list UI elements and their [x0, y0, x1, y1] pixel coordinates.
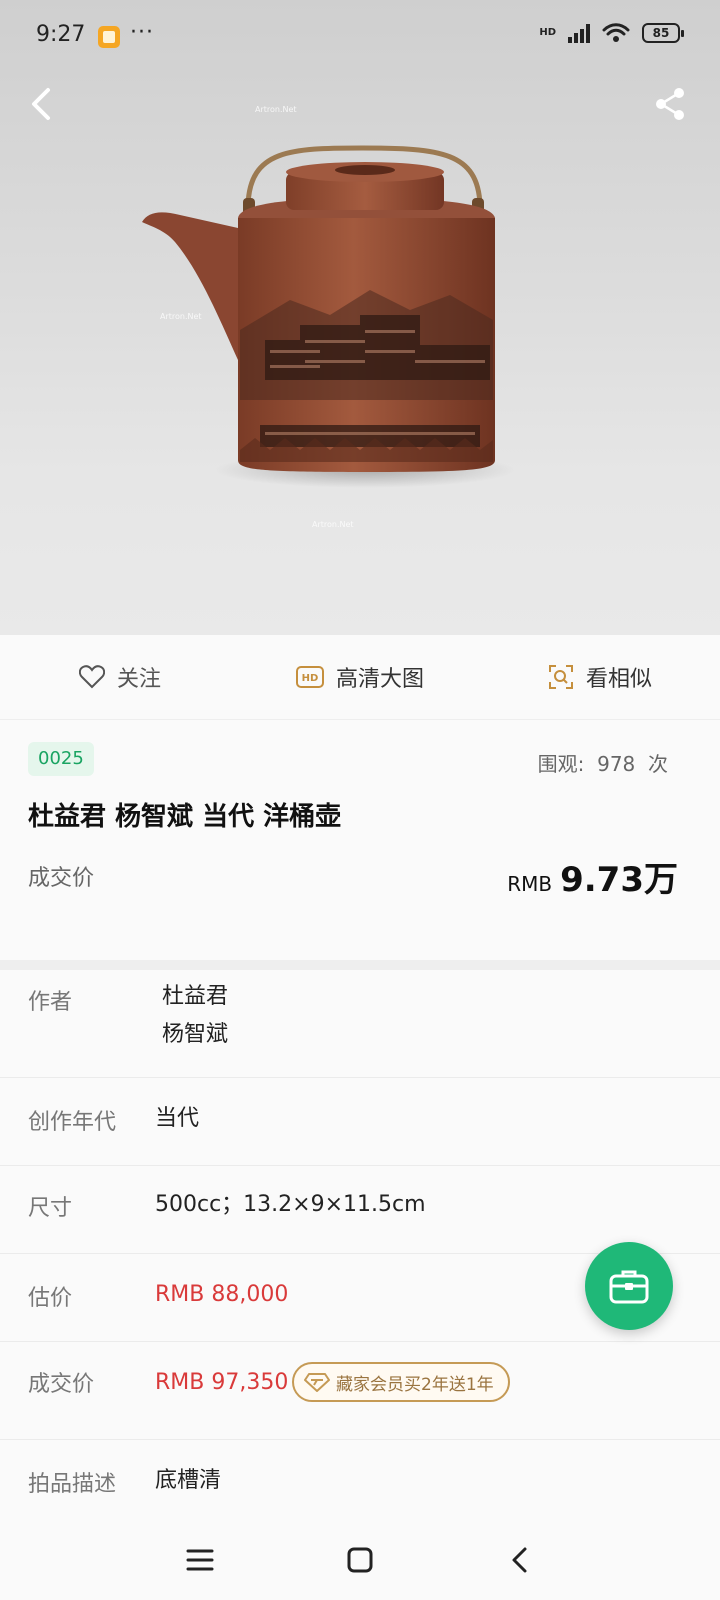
detail-value: 当代 — [155, 1106, 200, 1131]
detail-label: 尺寸 — [28, 1196, 73, 1221]
watermark: Artron.Net — [160, 312, 202, 321]
section-divider — [0, 960, 720, 970]
nav-back-button[interactable] — [490, 1530, 550, 1590]
network-type: HD — [539, 27, 556, 38]
similar-button[interactable]: 看相似 — [480, 661, 720, 693]
heart-icon — [78, 665, 105, 689]
detail-label: 创作年代 — [28, 1110, 117, 1135]
views-label: 围观: — [537, 752, 585, 776]
nav-home-button[interactable] — [330, 1530, 390, 1590]
signal-icon — [568, 23, 590, 43]
system-nav-bar — [0, 1520, 720, 1600]
wifi-icon — [602, 23, 630, 42]
detail-row-author: 作者 杜益君 杨智斌 — [0, 970, 720, 1078]
back-arrow-icon[interactable] — [22, 84, 62, 124]
detail-row-size: 尺寸 500cc；13.2×9×11.5cm — [0, 1166, 720, 1254]
share-icon[interactable] — [652, 86, 688, 122]
status-more: ··· — [130, 20, 154, 45]
detail-label: 成交价 — [28, 1372, 95, 1397]
sold-value: RMB 97,350 — [155, 1370, 289, 1395]
briefcase-icon — [609, 1270, 649, 1304]
battery-icon: 85 — [642, 23, 684, 43]
membership-promo-button[interactable]: 藏家会员买2年送1年 — [292, 1362, 510, 1402]
back-icon — [512, 1547, 527, 1573]
detail-label: 拍品描述 — [28, 1472, 117, 1497]
action-bar: 关注 HD 高清大图 看相似 — [0, 635, 720, 720]
follow-button[interactable]: 关注 — [0, 661, 240, 693]
author-link[interactable]: 杜益君 — [162, 978, 228, 1016]
lot-title: 杜益君 杨智斌 当代 洋桶壶 — [28, 802, 342, 832]
lot-number-badge: 0025 — [28, 742, 94, 776]
lot-summary: 0025 围观: 978 次 杜益君 杨智斌 当代 洋桶壶 成交价 RMB 9.… — [0, 720, 720, 960]
hd-image-button[interactable]: HD 高清大图 — [240, 661, 480, 693]
hammer-price: RMB 9.73万 — [507, 852, 678, 901]
detail-value: 500cc；13.2×9×11.5cm — [155, 1192, 426, 1217]
author-link[interactable]: 杨智斌 — [162, 1016, 228, 1054]
watermark: Artron.Net — [312, 520, 354, 529]
status-time: 9:27 — [36, 22, 86, 47]
similar-label: 看相似 — [585, 667, 652, 692]
lot-image[interactable]: Artron.Net Artron.Net Artron.Net — [0, 0, 720, 635]
price-value: 9.73万 — [560, 860, 678, 900]
status-bar: 9:27 ··· HD 85 — [0, 0, 720, 72]
views-unit: 次 — [648, 752, 668, 776]
notification-app-icon — [98, 26, 120, 48]
view-count: 围观: 978 次 — [538, 748, 668, 777]
svg-text:HD: HD — [302, 673, 319, 684]
teapot-photo — [142, 145, 515, 488]
membership-promo-label: 藏家会员买2年送1年 — [336, 1374, 494, 1395]
watermark: Artron.Net — [255, 105, 297, 114]
hd-icon: HD — [295, 666, 324, 688]
detail-value: 底槽清 — [155, 1468, 222, 1493]
estimate-value: RMB 88,000 — [155, 1282, 289, 1307]
price-label: 成交价 — [28, 866, 95, 891]
search-similar-icon — [548, 665, 573, 689]
diamond-icon — [304, 1373, 330, 1392]
follow-label: 关注 — [116, 667, 161, 692]
price-currency: RMB — [507, 872, 553, 896]
hd-image-label: 高清大图 — [335, 667, 424, 692]
detail-label: 估价 — [28, 1286, 73, 1311]
home-icon — [347, 1547, 373, 1573]
toolbox-fab[interactable] — [585, 1242, 673, 1330]
detail-row-era: 创作年代 当代 — [0, 1078, 720, 1166]
detail-row-sold: 成交价 RMB 97,350 藏家会员买2年送1年 — [0, 1342, 720, 1440]
detail-label: 作者 — [28, 990, 73, 1015]
nav-menu-button[interactable] — [170, 1530, 230, 1590]
menu-icon — [186, 1549, 214, 1571]
views-count: 978 — [597, 752, 636, 776]
